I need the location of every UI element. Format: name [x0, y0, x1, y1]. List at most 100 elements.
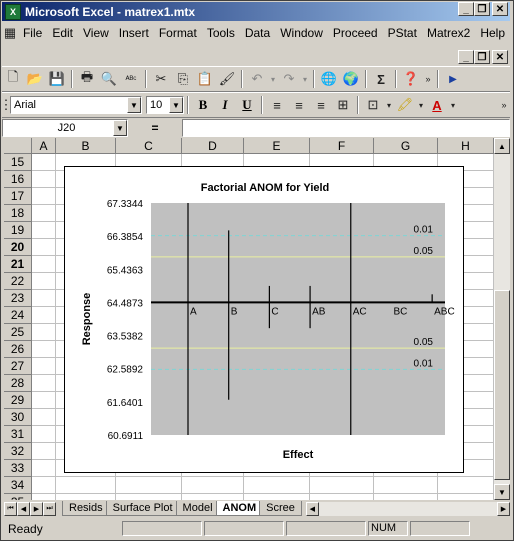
font-color-icon[interactable]: A — [426, 94, 448, 116]
menu-matrex2[interactable]: Matrex2 — [422, 26, 475, 40]
doc-minimize-button[interactable]: _ — [458, 50, 474, 64]
scroll-down-arrow-icon[interactable]: ▼ — [494, 484, 510, 500]
column-header-d[interactable]: D — [182, 138, 244, 154]
toolbar-options-icon[interactable]: » — [422, 68, 434, 90]
row-header-15[interactable]: 15 — [4, 154, 32, 171]
bold-button[interactable]: B — [192, 94, 214, 116]
font-name-select[interactable]: Arial ▼ — [10, 96, 142, 114]
menu-pstat[interactable]: PStat — [383, 26, 422, 40]
scroll-thumb[interactable] — [494, 290, 510, 480]
menu-proceed[interactable]: Proceed — [328, 26, 383, 40]
close-button[interactable]: ✕ — [492, 2, 508, 16]
first-sheet-icon[interactable]: ⏮ — [4, 501, 17, 516]
menu-window[interactable]: Window — [275, 26, 328, 40]
row-header-19[interactable]: 19 — [4, 222, 32, 239]
print-icon[interactable]: 🖶 — [76, 68, 98, 90]
row-header-27[interactable]: 27 — [4, 358, 32, 375]
formula-input[interactable] — [182, 119, 510, 137]
minimize-button[interactable]: _ — [458, 2, 474, 16]
undo-icon[interactable]: ↶ — [246, 68, 268, 90]
tab-model[interactable]: Model — [175, 501, 220, 516]
italic-button[interactable]: I — [214, 94, 236, 116]
hscroll-right-arrow-icon[interactable]: ▶ — [497, 501, 510, 516]
prev-sheet-icon[interactable]: ◀ — [17, 501, 30, 516]
tab-surface-plot[interactable]: Surface Plot — [105, 501, 180, 516]
doc-restore-button[interactable]: ❐ — [474, 50, 490, 64]
row-header-25[interactable]: 25 — [4, 324, 32, 341]
toolbar-options-icon[interactable]: » — [498, 94, 510, 116]
open-folder-icon[interactable]: 📂 — [24, 68, 46, 90]
menu-view[interactable]: View — [78, 26, 114, 40]
new-document-icon[interactable]: 🗋 — [2, 68, 24, 90]
menu-help[interactable]: Help — [475, 26, 510, 40]
vertical-scrollbar[interactable]: ▲ ▼ — [494, 138, 510, 500]
row-header-28[interactable]: 28 — [4, 375, 32, 392]
column-header-a[interactable]: A — [32, 138, 56, 154]
cut-icon[interactable]: ✂ — [150, 68, 172, 90]
chevron-down-icon[interactable]: ▼ — [113, 120, 127, 136]
insert-hyperlink-icon[interactable]: 🌐 — [318, 68, 340, 90]
spelling-icon[interactable]: ᴬᴮᶜ — [120, 68, 142, 90]
excel-x-icon[interactable]: X — [5, 3, 21, 20]
next-sheet-icon[interactable]: ▶ — [30, 501, 43, 516]
row-header-34[interactable]: 34 — [4, 477, 32, 494]
menu-file[interactable]: File — [18, 26, 47, 40]
tab-scree[interactable]: Scree — [259, 501, 302, 516]
column-header-h[interactable]: H — [438, 138, 494, 154]
last-sheet-icon[interactable]: ⏭ — [43, 501, 56, 516]
tab-anom[interactable]: ANOM — [215, 501, 264, 516]
title-bar[interactable]: X Microsoft Excel - matrex1.mtx — [2, 2, 510, 21]
print-preview-icon[interactable]: 🔍 — [98, 68, 120, 90]
fill-color-icon[interactable]: 🖍 — [394, 94, 416, 116]
chevron-down-icon[interactable]: ▼ — [169, 97, 183, 113]
redo-icon[interactable]: ↷ — [278, 68, 300, 90]
menu-data[interactable]: Data — [240, 26, 275, 40]
autosum-icon[interactable]: Σ — [370, 68, 392, 90]
web-toolbar-icon[interactable]: 🌍 — [340, 68, 362, 90]
undo-dropdown-icon[interactable]: ▾ — [268, 68, 278, 90]
name-box[interactable]: J20 ▼ — [2, 119, 128, 137]
doc-close-button[interactable]: ✕ — [492, 50, 508, 64]
row-header-33[interactable]: 33 — [4, 460, 32, 477]
align-center-icon[interactable]: ≡ — [288, 94, 310, 116]
horizontal-scrollbar[interactable] — [318, 501, 497, 516]
save-icon[interactable]: 💾 — [46, 68, 68, 90]
menu-format[interactable]: Format — [154, 26, 202, 40]
menu-tools[interactable]: Tools — [202, 26, 240, 40]
font-size-select[interactable]: 10 ▼ — [146, 96, 184, 114]
row-header-30[interactable]: 30 — [4, 409, 32, 426]
merge-center-icon[interactable]: ⊞ — [332, 94, 354, 116]
column-header-g[interactable]: G — [374, 138, 438, 154]
fill-color-dropdown-icon[interactable]: ▾ — [416, 94, 426, 116]
align-right-icon[interactable]: ≡ — [310, 94, 332, 116]
align-left-icon[interactable]: ≡ — [266, 94, 288, 116]
anom-chart[interactable]: Factorial ANOM for Yield 0.01 0.05 0.05 0.0… — [64, 166, 464, 473]
row-header-24[interactable]: 24 — [4, 307, 32, 324]
row-header-26[interactable]: 26 — [4, 341, 32, 358]
select-all-corner[interactable] — [4, 138, 32, 154]
maximize-button[interactable]: ❐ — [474, 2, 490, 16]
row-header-17[interactable]: 17 — [4, 188, 32, 205]
paste-icon[interactable]: 📋 — [194, 68, 216, 90]
menu-edit[interactable]: Edit — [47, 26, 78, 40]
run-arrow-icon[interactable]: ▶ — [442, 68, 464, 90]
column-header-e[interactable]: E — [244, 138, 310, 154]
row-header-32[interactable]: 32 — [4, 443, 32, 460]
tab-resids[interactable]: Resids — [62, 501, 110, 516]
row-header-21[interactable]: 21 — [4, 256, 32, 273]
format-painter-icon[interactable]: 🖌 — [216, 68, 238, 90]
column-header-b[interactable]: B — [56, 138, 116, 154]
formula-equals-button[interactable]: = — [128, 121, 182, 135]
row-header-31[interactable]: 31 — [4, 426, 32, 443]
hscroll-left-arrow-icon[interactable]: ◀ — [305, 501, 319, 516]
column-header-f[interactable]: F — [310, 138, 374, 154]
menu-insert[interactable]: Insert — [114, 26, 154, 40]
copy-icon[interactable]: ⎘ — [172, 68, 194, 90]
row-header-29[interactable]: 29 — [4, 392, 32, 409]
row-header-23[interactable]: 23 — [4, 290, 32, 307]
row-header-16[interactable]: 16 — [4, 171, 32, 188]
borders-icon[interactable]: ⊡ — [362, 94, 384, 116]
scroll-up-arrow-icon[interactable]: ▲ — [494, 138, 510, 154]
column-header-c[interactable]: C — [116, 138, 182, 154]
redo-dropdown-icon[interactable]: ▾ — [300, 68, 310, 90]
